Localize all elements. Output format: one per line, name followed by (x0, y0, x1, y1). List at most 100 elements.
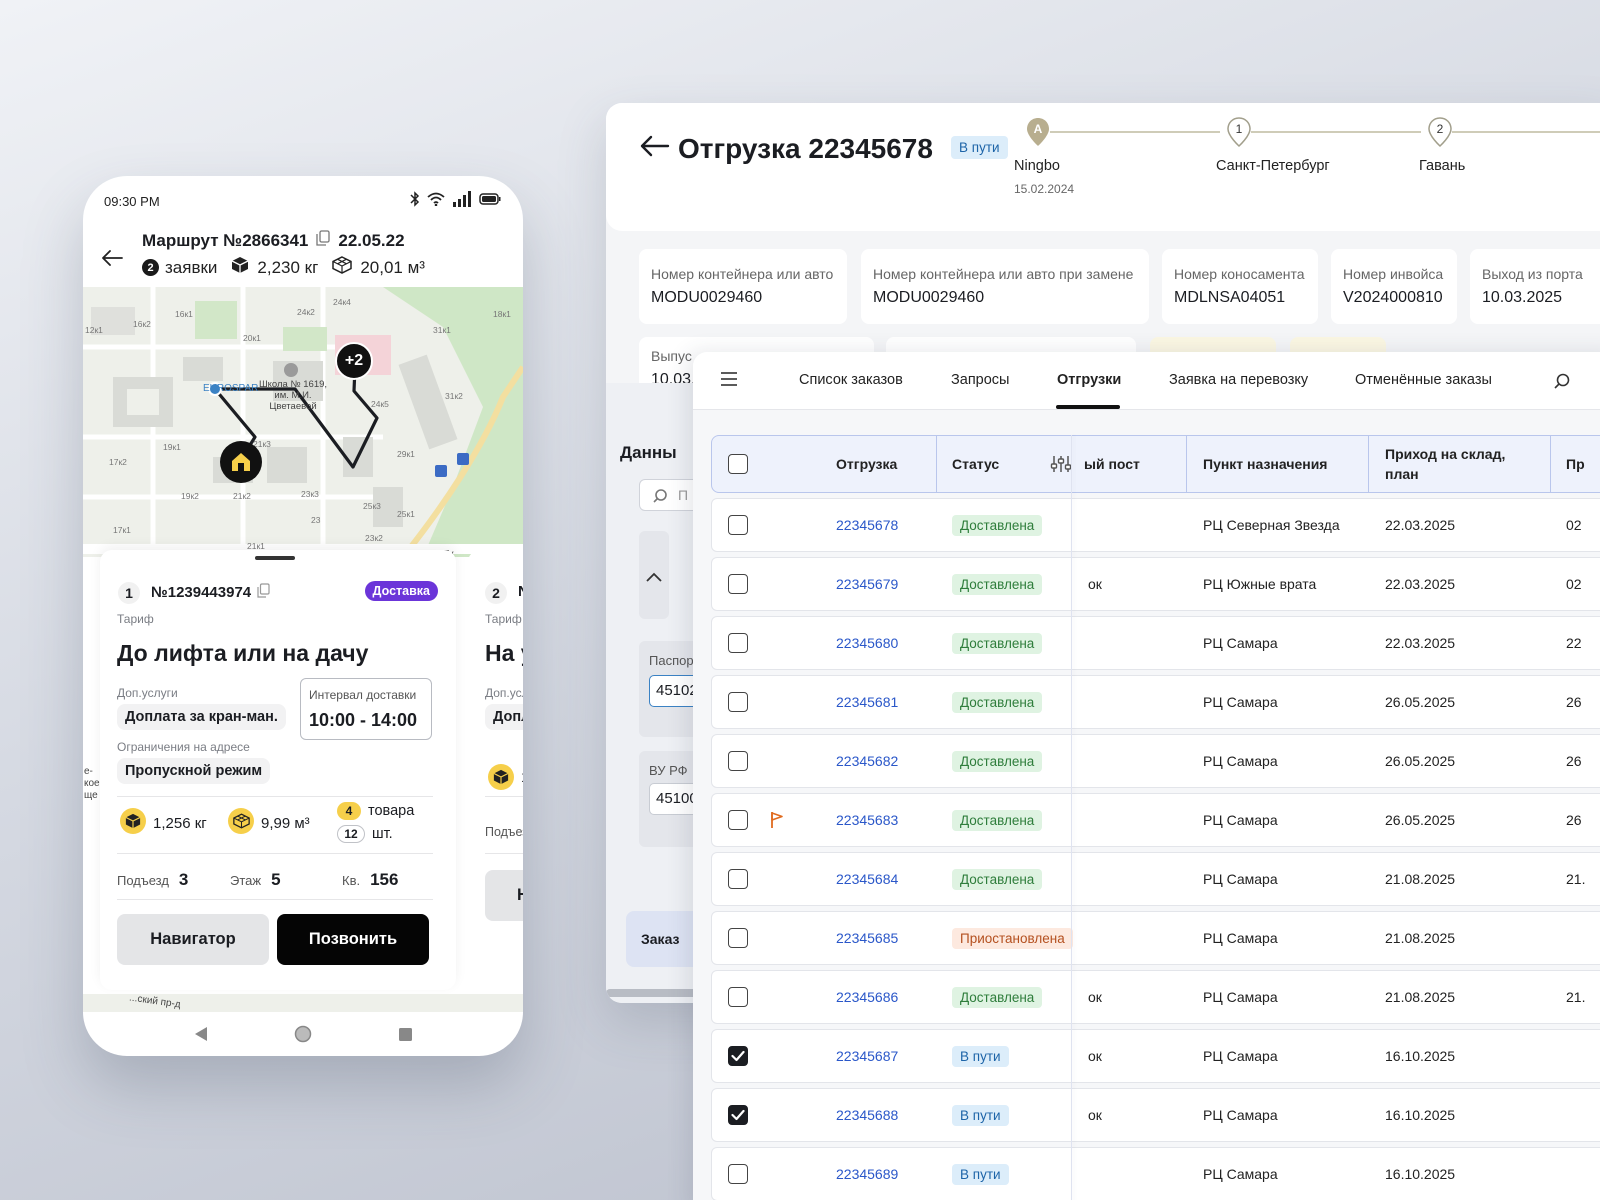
order-index: 2 (485, 582, 507, 604)
requests-label: заявки (165, 257, 218, 277)
column-separator (1550, 436, 1551, 492)
shipment-link[interactable]: 22345680 (836, 617, 898, 669)
shipment-link[interactable]: 22345688 (836, 1089, 898, 1141)
shipment-link[interactable]: 22345678 (836, 499, 898, 551)
map-house-label: 25к3 (363, 501, 381, 511)
table-row[interactable]: 22345684 Доставлена РЦ Самара 21.08.2025 21. (711, 852, 1600, 906)
shipment-link[interactable]: 22345682 (836, 735, 898, 787)
shipment-link[interactable]: 22345683 (836, 794, 898, 846)
tab-transport-request[interactable]: Заявка на перевозку (1169, 372, 1308, 388)
row-checkbox[interactable] (728, 1148, 748, 1200)
copy-icon[interactable] (257, 583, 270, 602)
table-row[interactable]: 22345689 В пути РЦ Самара 16.10.2025 (711, 1147, 1600, 1200)
entrance-label: Подъезд (485, 825, 523, 839)
status-cell: Доставлена (952, 794, 1043, 846)
column-header-arrival-plan[interactable]: Приход на склад, план (1385, 436, 1535, 492)
shipment-link[interactable]: 22345684 (836, 853, 898, 905)
row-checkbox[interactable] (728, 558, 748, 610)
map-house-label: 16к1 (175, 309, 193, 319)
search-icon[interactable] (1553, 372, 1571, 395)
collapse-panel[interactable] (639, 531, 669, 619)
table-row[interactable]: 22345681 Доставлена РЦ Самара 26.05.2025 26 (711, 675, 1600, 729)
copy-icon[interactable] (316, 230, 331, 251)
column-header-post[interactable]: ый пост (1084, 436, 1140, 492)
shipment-link[interactable]: 22345681 (836, 676, 898, 728)
column-header-more[interactable]: Пр (1566, 436, 1585, 492)
route-step-2[interactable]: 2 (1428, 117, 1452, 152)
cluster-marker[interactable]: +2 (335, 342, 373, 380)
filter-sliders-icon[interactable] (1050, 436, 1072, 492)
nav-recents-icon[interactable] (398, 1027, 413, 1042)
row-checkbox[interactable] (728, 617, 748, 669)
shipment-link[interactable]: 22345689 (836, 1148, 898, 1200)
nav-back-icon[interactable] (194, 1026, 208, 1042)
tab-cancelled[interactable]: Отменённые заказы (1355, 372, 1492, 388)
info-card-replacement: Номер контейнера или авто при замене MOD… (861, 249, 1149, 324)
table-row[interactable]: 22345678 Доставлена РЦ Северная Звезда 22.0… (711, 498, 1600, 552)
shipment-link[interactable]: 22345686 (836, 971, 898, 1023)
shipment-link[interactable]: 22345687 (836, 1030, 898, 1082)
row-checkbox[interactable] (728, 971, 748, 1023)
table-row[interactable]: 22345683 Доставлена РЦ Самара 26.05.2025 26 (711, 793, 1600, 847)
row-checkbox[interactable] (728, 794, 748, 846)
table-row[interactable]: 22345686 Доставлена ок РЦ Самара 21.08.2025 2… (711, 970, 1600, 1024)
table-row[interactable]: 22345687 В пути ок РЦ Самара 16.10.2025 (711, 1029, 1600, 1083)
status-cell: В пути (952, 1148, 1009, 1200)
back-arrow-icon[interactable] (101, 250, 123, 271)
route-step-1[interactable]: 1 (1227, 117, 1251, 152)
drag-handle[interactable] (255, 556, 295, 560)
shipment-header: Отгрузка 22345678 В пути A Ningbo 15.02.… (606, 103, 1600, 231)
navigator-button[interactable]: Н (485, 870, 523, 921)
row-checkbox[interactable] (728, 912, 748, 964)
table-row[interactable]: 22345680 Доставлена РЦ Самара 22.03.2025 22 (711, 616, 1600, 670)
row-checkbox[interactable] (728, 1089, 748, 1141)
route-title: Маршрут №2866341 (142, 230, 309, 250)
route-map[interactable]: 16к1 16к2 12к1 24к2 24к4 20к1 18к1 31к1 31к2 24к5… (83, 287, 523, 557)
column-header-destination[interactable]: Пункт назначения (1203, 436, 1327, 492)
select-all-checkbox[interactable] (728, 436, 748, 492)
call-button[interactable]: Позвонить (277, 914, 429, 965)
table-row[interactable]: 22345679 Доставлена ок РЦ Южные врата 22.03.… (711, 557, 1600, 611)
menu-icon[interactable] (720, 372, 738, 391)
row-checkbox[interactable] (728, 735, 748, 787)
info-value: MODU0029460 (873, 289, 985, 306)
shipment-link[interactable]: 22345679 (836, 558, 898, 610)
table-row[interactable]: 22345682 Доставлена РЦ Самара 26.05.2025 26 (711, 734, 1600, 788)
row-checkbox[interactable] (728, 499, 748, 551)
back-arrow-icon[interactable] (640, 135, 670, 162)
flag-icon[interactable] (770, 794, 784, 846)
tab-shipments[interactable]: Отгрузки (1057, 372, 1121, 388)
divider (117, 796, 433, 797)
horizontal-scrollbar[interactable] (606, 989, 706, 997)
destination-cell: РЦ Самара (1203, 871, 1278, 887)
home-marker[interactable] (220, 441, 262, 483)
status-cell: Доставлена (952, 853, 1043, 905)
wifi-icon (427, 192, 445, 206)
row-checkbox[interactable] (728, 1030, 748, 1082)
navigator-button[interactable]: Навигатор (117, 914, 269, 965)
info-label: Номер коносамента (1174, 266, 1305, 282)
info-value: MODU0029460 (651, 289, 763, 306)
order-card[interactable]: 1 №1239443974 Доставка Тариф До лифта ил… (100, 550, 456, 990)
status-cell: Приостановлена (952, 912, 1073, 964)
status-badge: В пути (952, 1163, 1009, 1185)
row-checkbox[interactable] (728, 853, 748, 905)
status-badge: В пути (952, 1104, 1009, 1126)
shipment-link[interactable]: 22345685 (836, 912, 898, 964)
nav-home-icon[interactable] (294, 1025, 312, 1043)
tab-requests[interactable]: Запросы (951, 372, 1009, 388)
column-separator (936, 436, 937, 492)
table-row[interactable]: 22345688 В пути ок РЦ Самара 16.10.2025 (711, 1088, 1600, 1142)
step-label: Санкт-Петербург (1216, 158, 1330, 174)
status-cell: Доставлена (952, 499, 1043, 551)
route-step-origin[interactable]: A (1026, 117, 1050, 152)
column-header-status[interactable]: Статус (952, 436, 999, 492)
tab-orders[interactable]: Список заказов (799, 372, 903, 388)
arrival-plan-cell: 16.10.2025 (1385, 1166, 1456, 1182)
map-house-label: 23к2 (365, 533, 383, 543)
table-row[interactable]: 22345685 Приостановлена РЦ Самара 21.08.202… (711, 911, 1600, 965)
order-card[interactable]: 2 N Тариф На у Доп.усл Допл 1, Подъезд Н (468, 550, 523, 990)
row-checkbox[interactable] (728, 676, 748, 728)
status-cell: Доставлена (952, 735, 1043, 787)
column-header-shipment[interactable]: Отгрузка (836, 436, 897, 492)
